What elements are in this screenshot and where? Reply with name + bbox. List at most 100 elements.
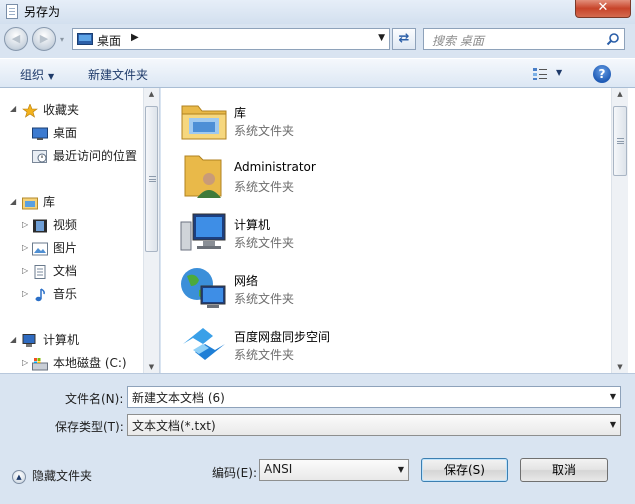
organize-label: 组织: [20, 68, 45, 82]
sidebar-item-videos[interactable]: 视频: [32, 215, 77, 235]
sidebar-label-local-disk: 本地磁盘 (C:): [53, 356, 127, 370]
sidebar-item-recent-places[interactable]: 最近访问的位置: [32, 146, 137, 166]
filetype-value: 文本文档(*.txt): [132, 419, 216, 433]
list-item[interactable]: 网络 系统文件夹: [179, 264, 579, 314]
baidu-netdisk-icon: [183, 328, 225, 360]
encoding-label: 编码(E):: [212, 466, 257, 480]
cancel-button[interactable]: 取消: [520, 458, 608, 482]
chevron-down-icon[interactable]: ▼: [610, 420, 616, 429]
sidebar-item-desktop[interactable]: 桌面: [32, 123, 77, 143]
library-folder-icon: [181, 105, 227, 140]
filename-value[interactable]: 新建文本文档 (6): [132, 391, 225, 405]
forward-button[interactable]: ▶: [32, 27, 56, 51]
address-bar[interactable]: 桌面 ▶ ▼: [72, 28, 390, 50]
scrollbar-thumb[interactable]: [145, 106, 158, 252]
chevron-down-icon: ▼: [48, 72, 55, 81]
address-location[interactable]: 桌面: [97, 32, 121, 49]
list-item[interactable]: Administrator 系统文件夹: [179, 152, 579, 202]
file-type: 系统文件夹: [234, 292, 295, 306]
save-button[interactable]: 保存(S): [421, 458, 508, 482]
list-item[interactable]: 库 系统文件夹: [179, 96, 579, 146]
network-icon: [181, 268, 226, 308]
sidebar-item-music[interactable]: 音乐: [32, 284, 77, 304]
hide-folders-label: 隐藏文件夹: [32, 469, 93, 483]
scroll-up-icon[interactable]: ▲: [612, 90, 628, 98]
expand-music[interactable]: ▷: [22, 289, 28, 298]
search-icon[interactable]: [606, 32, 620, 46]
file-type: 系统文件夹: [234, 124, 295, 138]
view-dropdown[interactable]: ▼: [556, 68, 562, 77]
file-list-scrollbar[interactable]: ▲ ▼: [611, 88, 628, 373]
navigation-scrollbar[interactable]: ▲ ▼: [143, 88, 159, 373]
sidebar-item-libraries[interactable]: 库: [22, 192, 55, 212]
expand-pictures[interactable]: ▷: [22, 243, 28, 252]
filename-field[interactable]: 新建文本文档 (6) ▼: [127, 386, 621, 408]
title-bar: 另存为 ✕: [0, 0, 635, 24]
sidebar-label-recent-places: 最近访问的位置: [53, 149, 138, 163]
sidebar-item-computer[interactable]: 计算机: [22, 330, 79, 350]
file-name: 网络: [234, 274, 259, 288]
sidebar-label-documents: 文档: [53, 264, 78, 278]
expand-favorites[interactable]: ◢: [10, 104, 16, 113]
scroll-down-icon[interactable]: ▼: [144, 363, 159, 371]
recent-locations-dropdown[interactable]: ▾: [60, 35, 64, 44]
file-name: 计算机: [234, 218, 271, 232]
sidebar-label-music: 音乐: [53, 287, 78, 301]
file-list: 库 系统文件夹 Administrator 系统文件夹 计算机 系统文件夹 网络…: [161, 88, 635, 373]
refresh-button[interactable]: ⇄: [392, 28, 416, 50]
scrollbar-thumb[interactable]: [613, 106, 627, 176]
list-item[interactable]: 百度网盘同步空间 系统文件夹: [179, 320, 579, 370]
chevron-down-icon[interactable]: ▼: [398, 465, 404, 474]
grip-icon: [617, 138, 624, 144]
expand-local-disk[interactable]: ▷: [22, 358, 28, 367]
view-options-icon[interactable]: [532, 67, 548, 81]
address-dropdown[interactable]: ▼: [378, 33, 385, 43]
star-icon: [22, 103, 38, 118]
navigation-pane: ◢ 收藏夹 桌面 最近访问的位置 ◢ 库 ▷ 视频 ▷ 图片 ▷ 文档 ▷ 音乐…: [0, 88, 160, 373]
list-item[interactable]: 计算机 系统文件夹: [179, 208, 579, 258]
expand-libraries[interactable]: ◢: [10, 197, 16, 206]
hide-folders-button[interactable]: ▲ 隐藏文件夹: [12, 467, 92, 484]
file-type: 系统文件夹: [234, 348, 295, 362]
expand-videos[interactable]: ▷: [22, 220, 28, 229]
picture-icon: [32, 242, 48, 255]
scroll-down-icon[interactable]: ▼: [612, 363, 628, 371]
sidebar-item-documents[interactable]: 文档: [32, 261, 77, 281]
file-type: 系统文件夹: [234, 180, 295, 194]
sidebar-label-desktop: 桌面: [53, 126, 78, 140]
sidebar-item-local-disk[interactable]: 本地磁盘 (C:): [32, 353, 127, 373]
computer-icon: [180, 213, 226, 251]
scroll-up-icon[interactable]: ▲: [144, 90, 159, 98]
sidebar-label-libraries: 库: [43, 195, 56, 209]
breadcrumb-separator[interactable]: ▶: [131, 32, 139, 43]
file-name: 百度网盘同步空间: [234, 330, 331, 344]
collapse-up-icon: ▲: [12, 469, 26, 484]
encoding-select[interactable]: ANSI ▼: [259, 459, 409, 481]
recent-places-icon: [32, 149, 47, 163]
sidebar-label-favorites: 收藏夹: [43, 103, 80, 117]
command-toolbar: 组织 ▼ 新建文件夹 ▼ ?: [0, 58, 635, 88]
filetype-select[interactable]: 文本文档(*.txt) ▼: [127, 414, 621, 436]
sidebar-item-pictures[interactable]: 图片: [32, 238, 77, 258]
sidebar-label-pictures: 图片: [53, 241, 78, 255]
expand-documents[interactable]: ▷: [22, 266, 28, 275]
help-icon[interactable]: ?: [593, 65, 611, 83]
library-icon: [22, 197, 38, 209]
sidebar-item-favorites[interactable]: 收藏夹: [22, 100, 79, 120]
expand-computer[interactable]: ◢: [10, 335, 16, 344]
sidebar-label-videos: 视频: [53, 218, 78, 232]
address-row: ◀ ▶ ▾ 桌面 ▶ ▼ ⇄ 搜索 桌面: [0, 24, 635, 55]
file-name: 库: [234, 106, 247, 120]
video-icon: [33, 219, 47, 232]
file-name: Administrator: [234, 160, 316, 174]
encoding-value: ANSI: [264, 462, 293, 476]
save-form: 文件名(N): 新建文本文档 (6) ▼ 保存类型(T): 文本文档(*.txt…: [0, 373, 635, 504]
chevron-down-icon[interactable]: ▼: [610, 392, 616, 401]
document-icon: [34, 264, 46, 279]
filetype-label: 保存类型(T):: [55, 420, 124, 434]
new-folder-button[interactable]: 新建文件夹: [88, 66, 148, 83]
close-button[interactable]: ✕: [575, 0, 631, 18]
search-input[interactable]: 搜索 桌面: [423, 28, 625, 50]
back-button[interactable]: ◀: [4, 27, 28, 51]
organize-button[interactable]: 组织 ▼: [20, 66, 54, 83]
